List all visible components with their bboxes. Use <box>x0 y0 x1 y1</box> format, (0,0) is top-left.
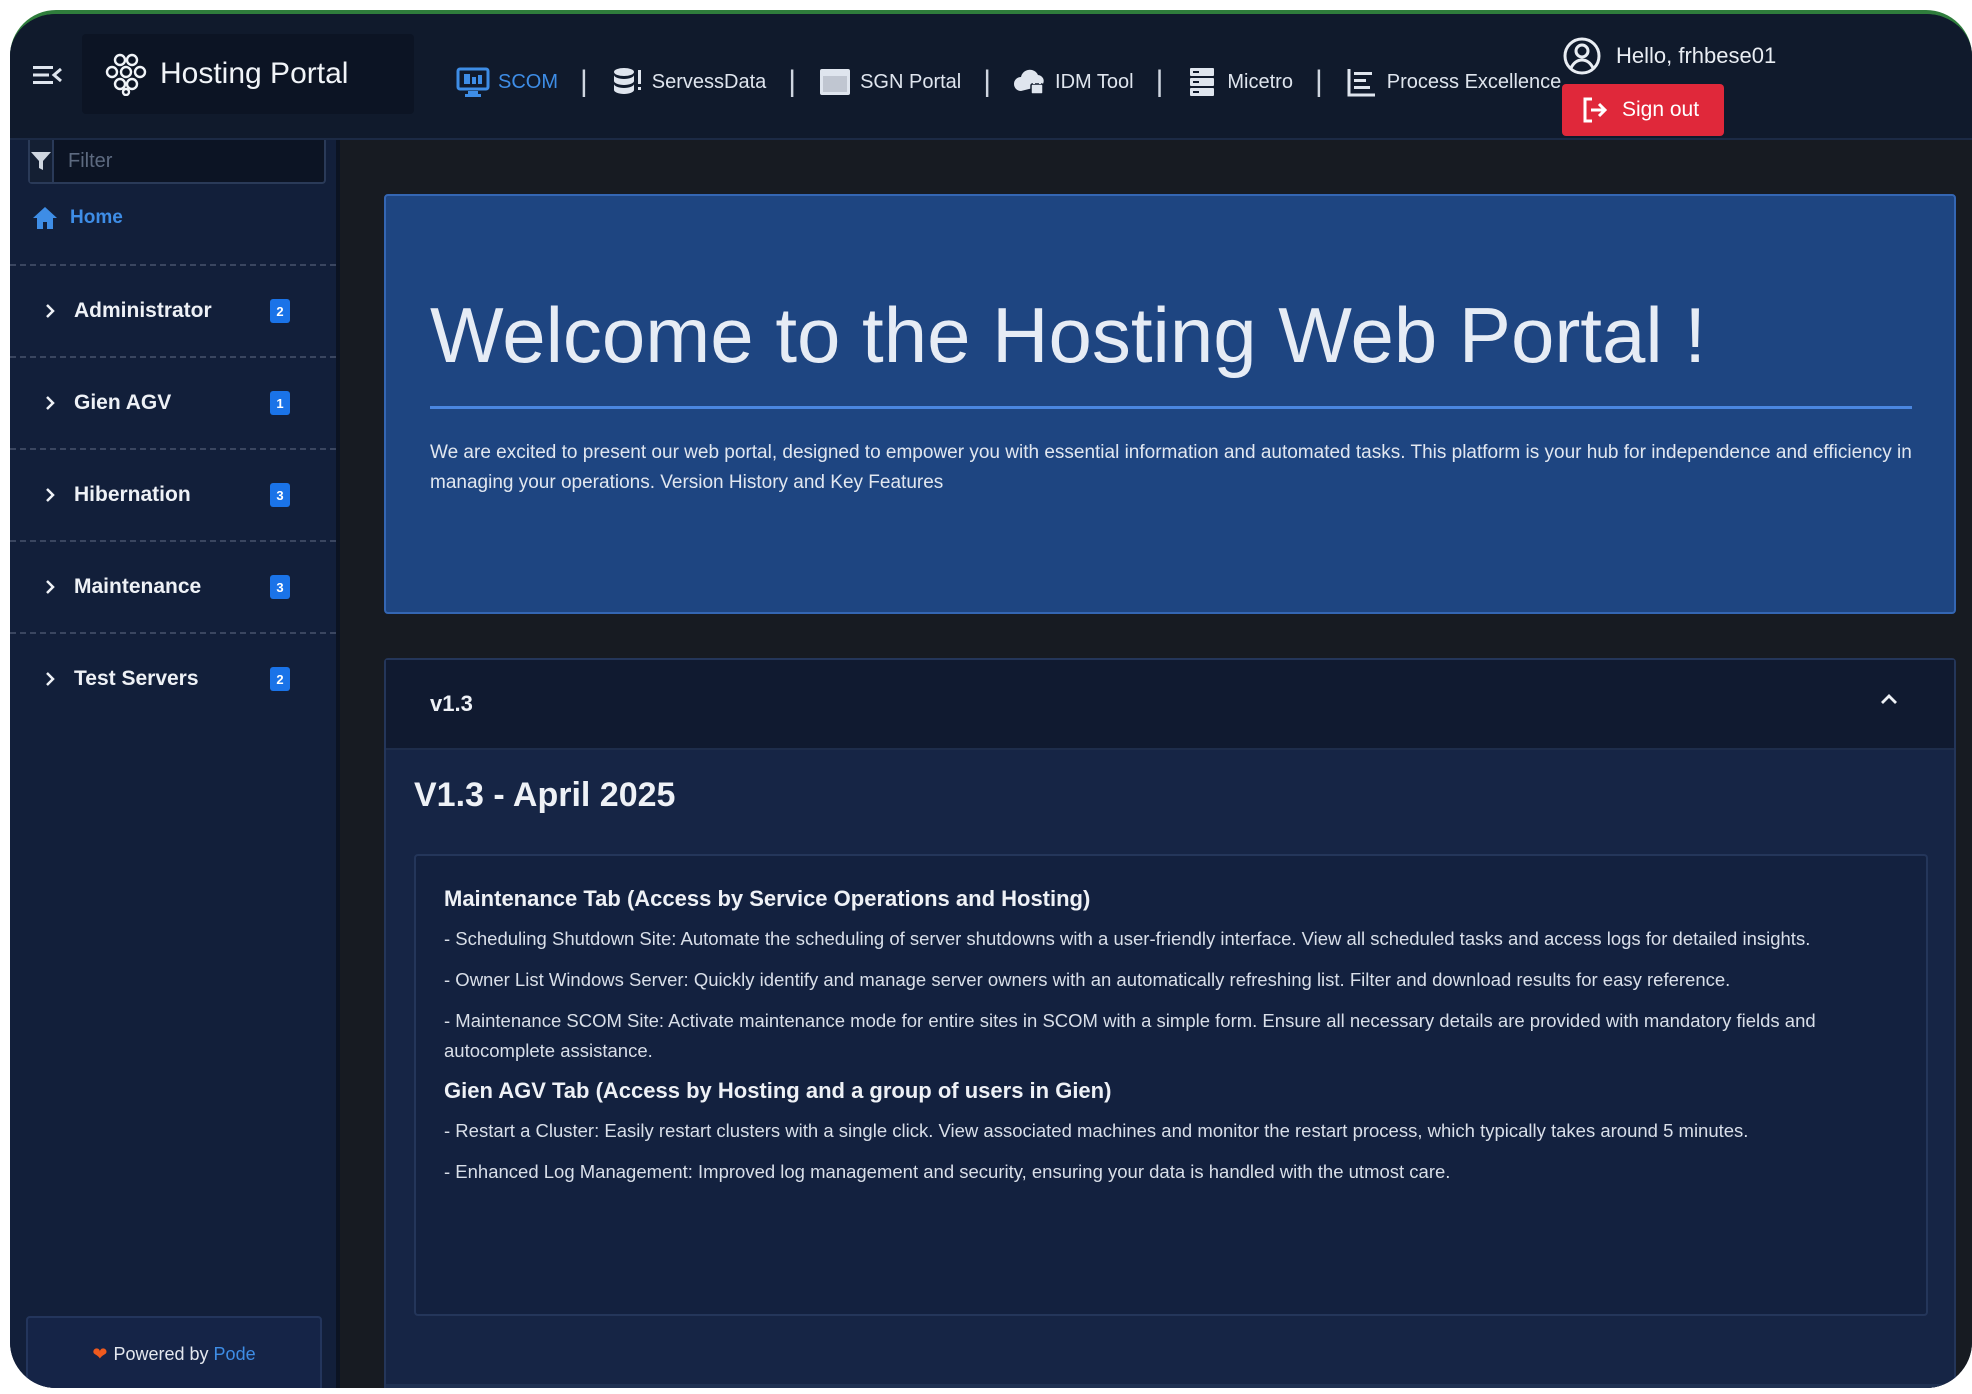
group-label: Test Servers <box>74 667 199 690</box>
brand-title: Hosting Portal <box>160 57 349 90</box>
window-icon <box>820 69 851 95</box>
chevron-right-icon <box>46 488 55 502</box>
chart-list-icon <box>1347 69 1375 97</box>
nav-item-micetro[interactable]: Micetro <box>1185 66 1293 98</box>
heart-icon: ❤ <box>92 1343 108 1364</box>
group-label: Administrator <box>74 299 212 322</box>
section-heading: Maintenance Tab (Access by Service Opera… <box>444 886 1091 911</box>
nav-label: SCOM <box>498 70 558 93</box>
sidebar-group-gien-agv[interactable]: Gien AGV 1 <box>10 356 336 448</box>
card-divider <box>386 1384 1954 1388</box>
release-note-item: - Restart a Cluster: Easily restart clus… <box>444 1120 1749 1141</box>
nav-separator: | <box>1155 65 1164 98</box>
user-greeting: Hello, frhbese01 <box>1562 36 1776 76</box>
welcome-text: We are excited to present our web portal… <box>430 442 1912 493</box>
sign-out-icon <box>1583 97 1608 123</box>
nav-item-sgn-portal[interactable]: SGN Portal <box>818 66 961 98</box>
nav-label: ServessData <box>651 70 767 93</box>
cloud-lock-icon <box>1014 69 1044 95</box>
chevron-right-icon <box>46 580 55 594</box>
release-card-header[interactable]: v1.3 <box>386 660 1954 750</box>
count-badge: 3 <box>270 483 290 507</box>
nav-separator: | <box>1314 65 1323 98</box>
greeting-text: Hello, frhbese01 <box>1616 43 1777 68</box>
main-content: Welcome to the Hosting Web Portal ! We a… <box>340 140 1972 1388</box>
nav-separator: | <box>983 65 992 98</box>
filter-input[interactable] <box>54 140 335 182</box>
sidebar-item-home[interactable]: Home <box>32 198 123 238</box>
group-label: Hibernation <box>74 483 191 506</box>
count-badge: 2 <box>270 667 290 691</box>
chevron-right-icon <box>46 672 55 686</box>
chevron-right-icon <box>46 304 55 318</box>
menu-collapse-icon <box>33 66 62 84</box>
nav-label: Process Excellence <box>1386 70 1562 93</box>
welcome-jumbotron: Welcome to the Hosting Web Portal ! We a… <box>384 194 1956 614</box>
nav-separator: | <box>788 65 797 98</box>
monitor-icon <box>456 67 490 97</box>
release-note-item: - Scheduling Shutdown Site: Automate the… <box>444 928 1811 949</box>
nav-separator: | <box>580 65 588 98</box>
filter-icon-box <box>30 140 54 182</box>
chevron-right-icon <box>46 396 55 410</box>
server-icon <box>1190 68 1215 96</box>
sidebar-group-administrator[interactable]: Administrator 2 <box>10 264 336 356</box>
section-heading: Gien AGV Tab (Access by Hosting and a gr… <box>444 1078 1112 1103</box>
release-note-item: - Enhanced Log Management: Improved log … <box>444 1161 1451 1182</box>
sidebar-toggle-button[interactable] <box>30 58 64 92</box>
welcome-title: Welcome to the Hosting Web Portal ! <box>430 291 1707 379</box>
group-label: Maintenance <box>74 575 202 598</box>
count-badge: 3 <box>270 575 290 599</box>
sidebar-group-maintenance[interactable]: Maintenance 3 <box>10 540 336 632</box>
release-notes: Maintenance Tab (Access by Service Opera… <box>414 854 1928 1316</box>
nav-item-servessdata[interactable]: ServessData <box>610 66 767 98</box>
release-version-label: v1.3 <box>430 691 473 716</box>
release-note-item: - Owner List Windows Server: Quickly ide… <box>444 969 1731 990</box>
release-note-item: - Maintenance SCOM Site: Activate mainte… <box>444 1010 1816 1061</box>
sidebar-group-hibernation[interactable]: Hibernation 3 <box>10 448 336 540</box>
chevron-up-icon[interactable] <box>1878 688 1900 710</box>
home-label: Home <box>70 207 123 228</box>
count-badge: 2 <box>270 299 290 323</box>
powered-by-text: Powered by <box>113 1343 209 1364</box>
nav-label: Micetro <box>1227 70 1293 93</box>
filter-icon <box>31 152 51 170</box>
nav-item-idm-tool[interactable]: IDM Tool <box>1013 66 1134 98</box>
nav-label: IDM Tool <box>1055 70 1134 93</box>
top-navbar: Hosting Portal SCOM | ServessData | SGN … <box>10 14 1972 140</box>
sidebar: Home Administrator 2 Gien AGV 1 Hibernat… <box>10 140 340 1388</box>
brand-logo-icon <box>105 53 147 96</box>
nav-item-process-excellence[interactable]: Process Excellence <box>1345 66 1562 98</box>
sign-out-button[interactable]: Sign out <box>1562 84 1724 136</box>
brand[interactable]: Hosting Portal <box>82 34 414 114</box>
top-nav: SCOM | ServessData | SGN Portal | IDM To… <box>456 62 1561 102</box>
app-window: Hosting Portal SCOM | ServessData | SGN … <box>10 10 1972 1388</box>
nav-label: SGN Portal <box>860 70 962 93</box>
pode-link[interactable]: Pode <box>214 1344 256 1365</box>
sidebar-group-test-servers[interactable]: Test Servers 2 <box>10 632 336 724</box>
sidebar-filter <box>28 140 335 184</box>
database-icon <box>613 68 641 94</box>
welcome-divider <box>430 406 1912 409</box>
release-card: v1.3 V1.3 - April 2025 Maintenance Tab (… <box>384 658 1956 1388</box>
nav-item-scom[interactable]: SCOM <box>456 66 558 98</box>
home-icon <box>33 207 57 229</box>
powered-by-footer: ❤ Powered by Pode <box>26 1316 322 1388</box>
release-title: V1.3 - April 2025 <box>414 776 676 814</box>
group-label: Gien AGV <box>74 391 172 414</box>
sign-out-label: Sign out <box>1622 98 1700 121</box>
user-circle-icon <box>1563 37 1601 75</box>
count-badge: 1 <box>270 391 290 415</box>
